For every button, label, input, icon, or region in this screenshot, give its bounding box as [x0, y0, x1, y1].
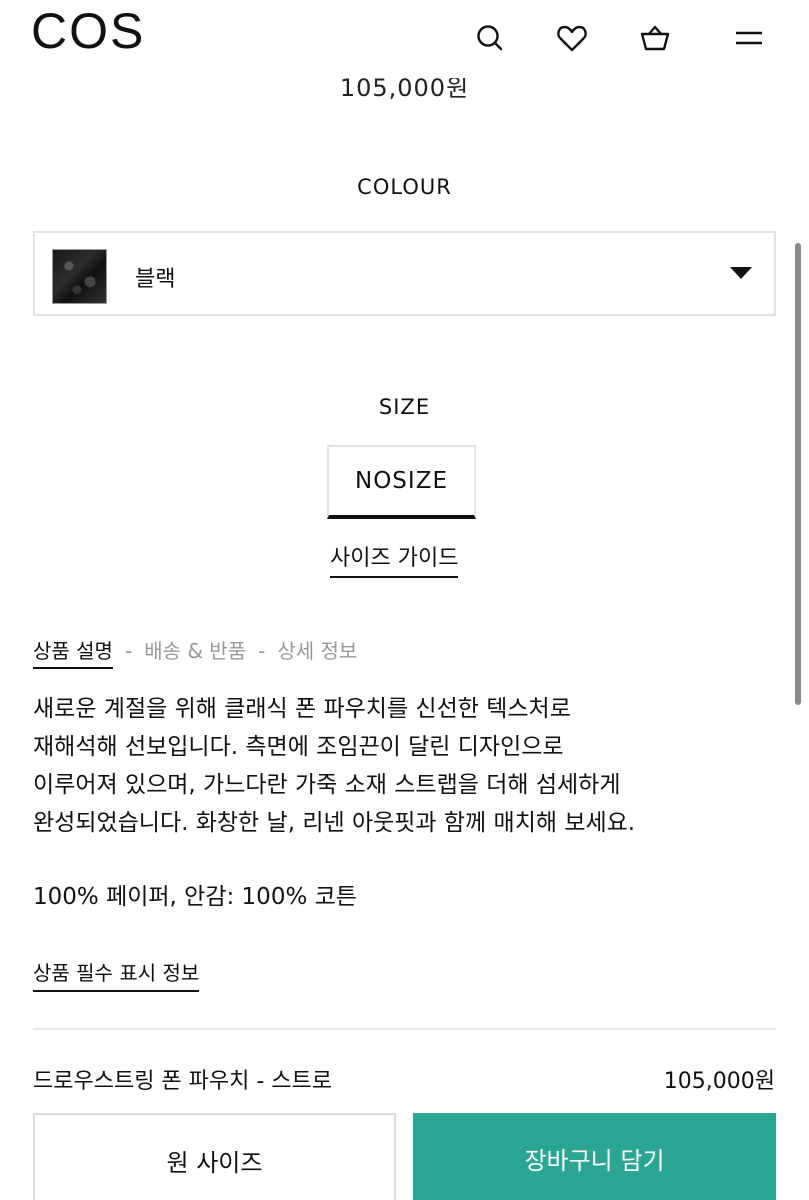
cos-logo[interactable]: COS	[31, 2, 145, 60]
product-description: 새로운 계절을 위해 클래식 폰 파우치를 신선한 텍스처로 재해석해 선보입니…	[33, 690, 773, 842]
tab-description[interactable]: 상품 설명	[33, 639, 113, 669]
search-icon[interactable]	[470, 18, 510, 58]
info-tabs: 상품 설명 - 배송 & 반품 - 상세 정보	[33, 635, 357, 669]
description-line: 완성되었습니다. 화창한 날, 리넨 아웃핏과 함께 매치해 보세요.	[33, 810, 636, 836]
one-size-button[interactable]: 원 사이즈	[33, 1113, 396, 1200]
colour-swatch-image	[52, 249, 107, 304]
tab-details[interactable]: 상세 정보	[277, 639, 357, 663]
chevron-down-icon	[730, 267, 752, 279]
divider	[33, 1028, 776, 1030]
size-option-button[interactable]: NOSIZE	[327, 445, 476, 519]
description-line: 재해석해 선보입니다. 측면에 조임끈이 달린 디자인으로	[33, 734, 564, 760]
tab-separator: -	[258, 639, 266, 663]
colour-select[interactable]: 블랙	[33, 231, 776, 316]
description-line: 새로운 계절을 위해 클래식 폰 파우치를 신선한 텍스처로	[33, 696, 571, 722]
header: COS	[0, 0, 809, 78]
sticky-product-price: 105,000원	[663, 1069, 775, 1094]
tab-separator: -	[124, 639, 133, 663]
colour-selected-value: 블랙	[135, 267, 176, 292]
material-info: 100% 페이퍼, 안감: 100% 코튼	[33, 884, 357, 910]
colour-label: COLOUR	[357, 175, 452, 199]
size-guide-link[interactable]: 사이즈 가이드	[330, 540, 459, 578]
product-notice-link[interactable]: 상품 필수 표시 정보	[33, 957, 200, 992]
size-label: SIZE	[378, 395, 431, 419]
tab-shipping-returns[interactable]: 배송 & 반품	[144, 639, 246, 663]
add-to-cart-button[interactable]: 장바구니 담기	[413, 1113, 776, 1200]
menu-icon[interactable]	[729, 18, 769, 58]
scrollbar[interactable]	[795, 243, 801, 705]
heart-icon[interactable]	[552, 18, 592, 58]
basket-icon[interactable]	[635, 18, 675, 58]
sticky-product-name: 드로우스트링 폰 파우치 - 스트로	[33, 1069, 333, 1094]
description-line: 이루어져 있으며, 가느다란 가죽 소재 스트랩을 더해 섬세하게	[33, 772, 621, 798]
